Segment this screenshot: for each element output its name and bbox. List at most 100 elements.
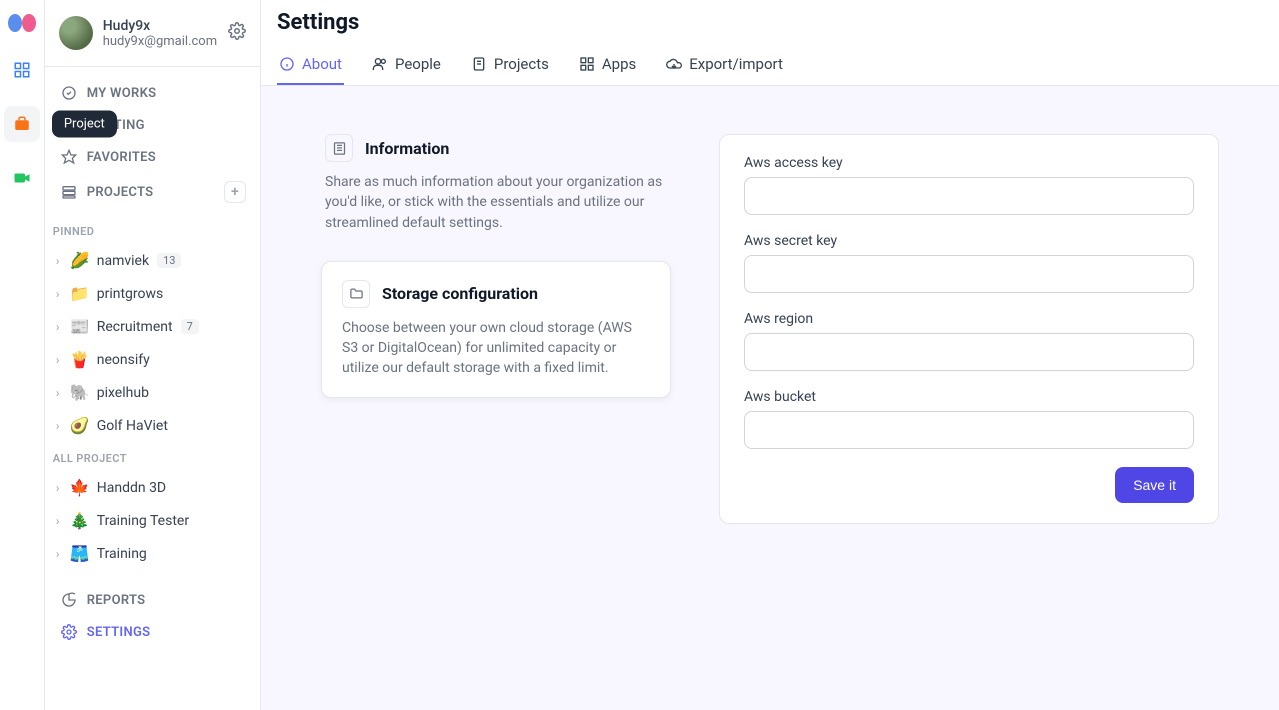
tooltip-project: Project xyxy=(52,111,117,138)
app-logo xyxy=(8,14,36,34)
video-icon xyxy=(13,169,31,187)
project-name: Training xyxy=(97,546,147,562)
chevron-right-icon: › xyxy=(51,353,65,367)
project-emoji: 📁 xyxy=(69,284,91,303)
tab-people[interactable]: People xyxy=(370,45,443,85)
project-name: neonsify xyxy=(97,352,150,368)
tab-export[interactable]: Export/import xyxy=(664,45,785,85)
chevron-right-icon: › xyxy=(51,254,65,268)
project-emoji: 🥑 xyxy=(69,416,91,435)
nav-label: PROJECTS xyxy=(87,185,154,200)
project-item[interactable]: ›📰Recruitment7 xyxy=(45,310,260,343)
card-desc: Choose between your own cloud storage (A… xyxy=(342,318,650,379)
tab-projects[interactable]: Projects xyxy=(469,45,551,85)
nav-favorites[interactable]: FAVORITES xyxy=(53,141,252,173)
avatar xyxy=(59,16,93,50)
nav-label: FAVORITES xyxy=(87,150,156,165)
nav-projects[interactable]: PROJECTS + xyxy=(53,173,252,211)
input-region[interactable] xyxy=(744,333,1194,371)
sidebar: Hudy9x hudy9x@gmail.com MY WORKS MEETING… xyxy=(45,0,261,710)
project-emoji: 🍁 xyxy=(69,478,91,497)
chevron-right-icon: › xyxy=(51,320,65,334)
chevron-right-icon: › xyxy=(51,514,65,528)
people-icon xyxy=(372,56,388,72)
project-emoji: 🎄 xyxy=(69,511,91,530)
gear-icon xyxy=(61,624,77,640)
project-item[interactable]: › 🩳 Training xyxy=(45,537,260,570)
card-title: Information xyxy=(365,139,449,158)
chevron-right-icon: › xyxy=(51,287,65,301)
nav-label: MY WORKS xyxy=(87,86,157,101)
rail-project[interactable]: Project xyxy=(4,106,40,142)
info-icon xyxy=(279,56,295,72)
tab-label: Apps xyxy=(602,55,636,73)
profile-settings-button[interactable] xyxy=(228,22,246,44)
input-access-key[interactable] xyxy=(744,177,1194,215)
tab-label: About xyxy=(302,55,342,73)
save-button[interactable]: Save it xyxy=(1115,467,1194,503)
briefcase-icon xyxy=(13,115,31,133)
project-name: Handdn 3D xyxy=(97,480,166,496)
label-bucket: Aws bucket xyxy=(744,389,1194,405)
profile-email: hudy9x@gmail.com xyxy=(103,34,228,49)
gear-icon xyxy=(228,22,246,40)
profile-name: Hudy9x xyxy=(103,18,228,34)
count-badge: 7 xyxy=(181,319,199,334)
project-item[interactable]: › 🎄 Training Tester xyxy=(45,504,260,537)
project-item[interactable]: › 🥑 Golf HaViet xyxy=(45,409,260,442)
storage-form: Aws access key Aws secret key Aws region… xyxy=(719,134,1219,524)
rail-dashboard[interactable] xyxy=(4,52,40,88)
clipboard-icon xyxy=(471,56,487,72)
settings-tabs: About People Projects Apps Export/import xyxy=(277,45,1263,85)
label-secret-key: Aws secret key xyxy=(744,233,1194,249)
project-item[interactable]: › 🍁 Handdn 3D xyxy=(45,471,260,504)
project-emoji: 🩳 xyxy=(69,544,91,563)
chevron-right-icon: › xyxy=(51,547,65,561)
input-bucket[interactable] xyxy=(744,411,1194,449)
tab-label: Export/import xyxy=(689,55,783,73)
nav-settings[interactable]: SETTINGS xyxy=(53,616,252,648)
card-storage[interactable]: Storage configuration Choose between you… xyxy=(321,261,671,398)
project-emoji: 📰 xyxy=(69,317,91,336)
project-emoji: 🍟 xyxy=(69,350,91,369)
chart-icon xyxy=(61,592,77,608)
project-name: namviek xyxy=(97,253,149,269)
add-project-button[interactable]: + xyxy=(224,181,246,203)
nav-label: REPORTS xyxy=(87,593,146,608)
rail-video[interactable] xyxy=(4,160,40,196)
apps-icon xyxy=(579,56,595,72)
nav-reports[interactable]: REPORTS xyxy=(53,584,252,616)
project-item[interactable]: › 🌽 namviek 13 xyxy=(45,244,260,277)
chevron-right-icon: › xyxy=(51,481,65,495)
card-information[interactable]: Information Share as much information ab… xyxy=(321,134,671,233)
section-pinned: PINNED xyxy=(45,215,260,244)
project-name: Training Tester xyxy=(97,513,189,529)
project-name: pixelhub xyxy=(97,385,149,401)
label-access-key: Aws access key xyxy=(744,155,1194,171)
label-region: Aws region xyxy=(744,311,1194,327)
card-desc: Share as much information about your org… xyxy=(325,172,667,233)
project-item[interactable]: › 🍟 neonsify xyxy=(45,343,260,376)
section-all: ALL PROJECT xyxy=(45,442,260,471)
project-name: Golf HaViet xyxy=(97,418,168,434)
cloud-icon xyxy=(666,56,682,72)
check-icon xyxy=(61,85,77,101)
page-title: Settings xyxy=(277,10,1263,35)
chevron-right-icon: › xyxy=(51,386,65,400)
project-item[interactable]: ›📁printgrows xyxy=(45,277,260,310)
folder-icon xyxy=(342,280,370,308)
count-badge: 13 xyxy=(157,253,181,268)
tab-apps[interactable]: Apps xyxy=(577,45,638,85)
grid-icon xyxy=(13,61,31,79)
project-emoji: 🌽 xyxy=(69,251,91,270)
tab-about[interactable]: About xyxy=(277,45,344,85)
nav-my-works[interactable]: MY WORKS xyxy=(53,77,252,109)
tab-label: Projects xyxy=(494,55,549,73)
input-secret-key[interactable] xyxy=(744,255,1194,293)
project-item[interactable]: › 🐘 pixelhub xyxy=(45,376,260,409)
project-emoji: 🐘 xyxy=(69,383,91,402)
profile-header: Hudy9x hudy9x@gmail.com xyxy=(45,0,260,67)
nav-label: SETTINGS xyxy=(87,625,151,640)
main-content: Settings About People Projects Apps xyxy=(261,0,1279,710)
chevron-right-icon: › xyxy=(51,419,65,433)
